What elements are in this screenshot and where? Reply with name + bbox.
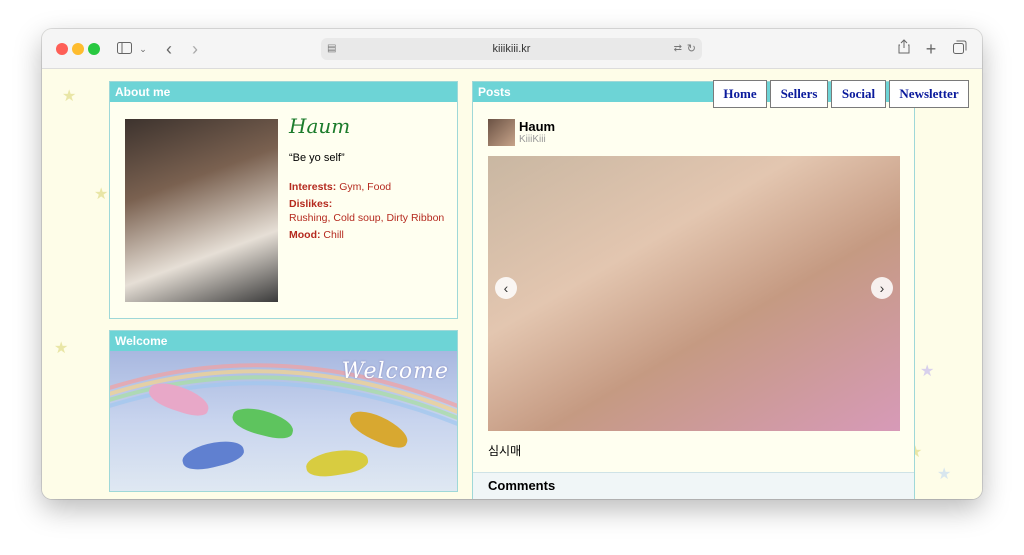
reload-icon[interactable]: ↻ (687, 38, 696, 60)
star-decoration-icon: ★ (937, 466, 952, 483)
posts-panel: Posts Haum KiiiKiii ‹ › 심시매 Comments (472, 81, 915, 499)
author-name[interactable]: Haum (519, 119, 555, 134)
avatar[interactable] (488, 119, 515, 146)
share-icon[interactable] (896, 39, 912, 59)
post-photo[interactable]: ‹ › (488, 156, 900, 431)
comments-title: Comments (488, 478, 556, 493)
mood-row: Mood: Chill (289, 228, 449, 242)
star-decoration-icon: ★ (920, 363, 935, 380)
comments-section: Comments (473, 472, 914, 499)
dislikes-value: Rushing, Cold soup, Dirty Ribbon (289, 212, 445, 224)
welcome-banner-image: Welcome (110, 351, 457, 491)
browser-window: ⌄ ‹ › ▤ kiiikiii.kr ⇄ ↻ + ★ ★ ★ ★ ★ ★ Ab… (42, 29, 982, 499)
profile-details: Interests: Gym, Food Dislikes: Rushing, … (289, 180, 449, 242)
new-tab-icon[interactable]: + (924, 39, 938, 59)
profile-photo (125, 119, 278, 302)
translate-icon[interactable]: ⇄ (674, 38, 682, 60)
about-me-header: About me (110, 82, 457, 102)
profile-name: Haum (289, 114, 351, 138)
dislikes-label: Dislikes: (289, 198, 333, 210)
nav-social-button[interactable]: Social (831, 80, 886, 108)
zoom-window-button[interactable] (88, 43, 100, 55)
browser-toolbar: ⌄ ‹ › ▤ kiiikiii.kr ⇄ ↻ + (42, 29, 982, 69)
tab-overview-icon[interactable] (952, 39, 968, 59)
web-page: ★ ★ ★ ★ ★ ★ About me Haum “Be yo self” I… (42, 69, 982, 499)
post-caption: 심시매 (488, 444, 522, 458)
welcome-panel: Welcome Welcome (109, 330, 458, 492)
interests-label: Interests: (289, 181, 337, 193)
profile-info: Haum “Be yo self” Interests: Gym, Food D… (289, 114, 449, 245)
dislikes-row: Dislikes: Rushing, Cold soup, Dirty Ribb… (289, 197, 449, 225)
carousel-next-button[interactable]: › (871, 277, 893, 299)
minimize-window-button[interactable] (72, 43, 84, 55)
nav-sellers-button[interactable]: Sellers (770, 80, 828, 108)
address-bar[interactable]: ▤ kiiikiii.kr ⇄ ↻ (321, 38, 702, 60)
mood-value: Chill (323, 229, 344, 241)
interests-row: Interests: Gym, Food (289, 180, 449, 194)
welcome-banner-text: Welcome (341, 359, 449, 384)
author-handle: KiiiKiii (519, 134, 546, 145)
profile-quote: “Be yo self” (289, 152, 345, 164)
interests-value: Gym, Food (339, 181, 392, 193)
star-decoration-icon: ★ (62, 88, 77, 105)
close-window-button[interactable] (56, 43, 68, 55)
about-me-panel: About me Haum “Be yo self” Interests: Gy… (109, 81, 458, 319)
nav-newsletter-button[interactable]: Newsletter (889, 80, 969, 108)
carousel-prev-button[interactable]: ‹ (495, 277, 517, 299)
forward-arrow-icon[interactable]: › (188, 39, 202, 59)
back-arrow-icon[interactable]: ‹ (162, 39, 176, 59)
chevron-down-icon[interactable]: ⌄ (138, 39, 148, 59)
address-url: kiiikiii.kr (492, 43, 531, 55)
page-menu-icon[interactable]: ▤ (327, 38, 336, 60)
nav-home-button[interactable]: Home (713, 80, 767, 108)
mood-label: Mood: (289, 229, 321, 241)
welcome-header: Welcome (110, 331, 457, 351)
star-decoration-icon: ★ (54, 340, 69, 357)
sidebar-toggle-icon[interactable] (116, 39, 132, 59)
star-decoration-icon: ★ (94, 186, 109, 203)
